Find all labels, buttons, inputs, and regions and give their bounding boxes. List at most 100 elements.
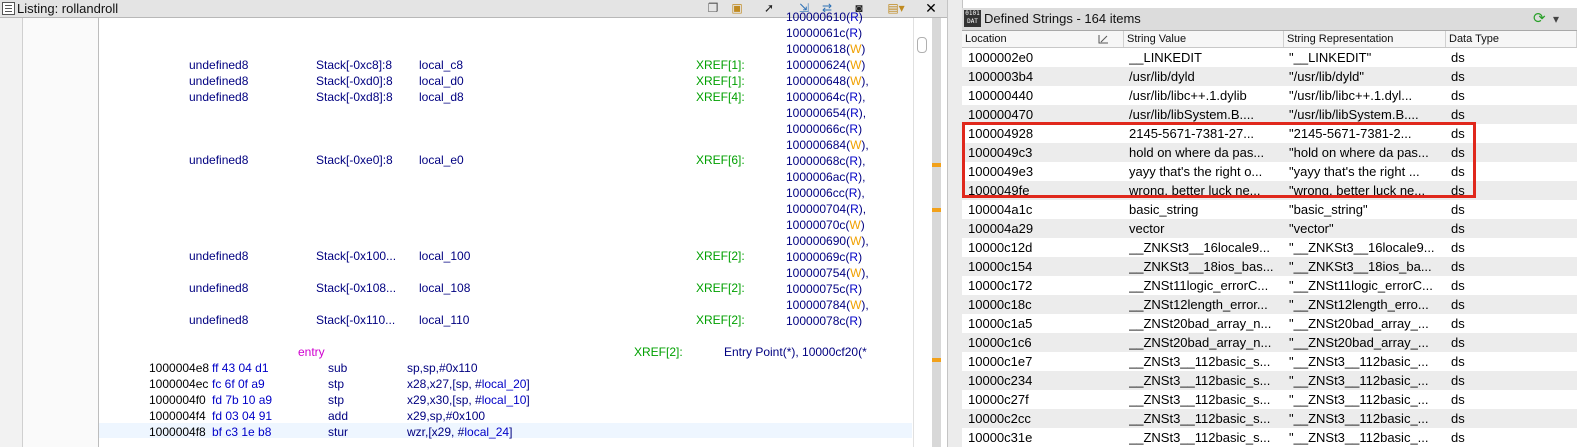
table-row[interactable]: 100004a29 vector "vector" ds: [962, 219, 1577, 238]
overview-scroll-thumb[interactable]: [917, 37, 927, 53]
listing-scrollbar[interactable]: [913, 18, 947, 447]
cell-data-type[interactable]: ds: [1451, 200, 1511, 219]
var-name[interactable]: local_108: [419, 281, 470, 295]
cell-string-representation[interactable]: "__ZNSt3__112basic_...: [1289, 352, 1443, 371]
cell-data-type[interactable]: ds: [1451, 295, 1511, 314]
cell-location[interactable]: 10000c31e: [968, 428, 1118, 447]
cell-string-representation[interactable]: "basic_string": [1289, 200, 1443, 219]
cell-string-representation[interactable]: "hold on where da pas...: [1289, 143, 1443, 162]
xref-address[interactable]: 100000784: [786, 298, 846, 312]
col-string-representation[interactable]: String Representation: [1284, 31, 1446, 47]
cell-data-type[interactable]: ds: [1451, 314, 1511, 333]
cell-string-value[interactable]: __ZNSt11logic_errorC...: [1129, 276, 1278, 295]
table-row[interactable]: 10000c27f __ZNSt3__112basic_s... "__ZNSt3_…: [962, 390, 1577, 409]
table-row[interactable]: 10000c12d __ZNKSt3__16locale9... "__ZNKSt3…: [962, 238, 1577, 257]
cell-location[interactable]: 1000049c3: [968, 143, 1118, 162]
cell-string-representation[interactable]: "__ZNSt12length_erro...: [1289, 295, 1443, 314]
xref-address[interactable]: 10000064c: [786, 90, 845, 104]
instruction-mnemonic[interactable]: stur: [328, 425, 348, 439]
xref-address[interactable]: 10000066c: [786, 122, 845, 136]
cell-data-type[interactable]: ds: [1451, 67, 1511, 86]
table-row[interactable]: 1000049e3 yayy that's the right o... "yayy…: [962, 162, 1577, 181]
copy-icon[interactable]: ❐: [706, 0, 720, 16]
table-row[interactable]: 100000440/usr/lib/libc++.1.dylib "/usr/li…: [962, 86, 1577, 105]
cell-data-type[interactable]: ds: [1451, 48, 1511, 67]
instruction-address[interactable]: 1000004f4: [149, 409, 206, 423]
xref-address[interactable]: 100000654: [786, 106, 846, 120]
cell-string-value[interactable]: /usr/lib/dyld: [1129, 67, 1278, 86]
cell-location[interactable]: 10000c2cc: [968, 409, 1118, 428]
cell-string-representation[interactable]: "/usr/lib/libc++.1.dyl...: [1289, 86, 1443, 105]
instruction-address[interactable]: 1000004f8: [149, 425, 206, 439]
cell-string-representation[interactable]: "__ZNSt20bad_array_...: [1289, 314, 1443, 333]
instruction-address[interactable]: 1000004f0: [149, 393, 206, 407]
table-row[interactable]: 10000c2cc __ZNSt3__112basic_s... "__ZNSt3_…: [962, 409, 1577, 428]
cell-location[interactable]: 10000c18c: [968, 295, 1118, 314]
table-row[interactable]: 10000c172 __ZNSt11logic_errorC... "__ZNSt1…: [962, 276, 1577, 295]
xref-address[interactable]: 100000754: [786, 266, 846, 280]
table-row[interactable]: 100000470/usr/lib/libSystem.B.... "/usr/l…: [962, 105, 1577, 124]
xref-address[interactable]: 100000704: [786, 202, 846, 216]
cell-string-value[interactable]: __ZNKSt3__18ios_bas...: [1129, 257, 1278, 276]
cell-string-value[interactable]: __ZNSt20bad_array_n...: [1129, 333, 1278, 352]
cursor-icon[interactable]: ➚: [760, 0, 778, 16]
cell-string-representation[interactable]: "__ZNSt3__112basic_...: [1289, 428, 1443, 447]
cell-string-representation[interactable]: "/usr/lib/dyld": [1289, 67, 1443, 86]
table-row[interactable]: 10000c234 __ZNSt3__112basic_s... "__ZNSt3_…: [962, 371, 1577, 390]
cell-data-type[interactable]: ds: [1451, 257, 1511, 276]
listing-marker-margin[interactable]: [23, 18, 99, 447]
cell-string-representation[interactable]: "__ZNSt3__112basic_...: [1289, 409, 1443, 428]
cell-data-type[interactable]: ds: [1451, 428, 1511, 447]
instruction-mnemonic[interactable]: add: [328, 409, 348, 423]
var-name[interactable]: local_d8: [419, 90, 464, 104]
cell-string-representation[interactable]: "__ZNSt3__112basic_...: [1289, 390, 1443, 409]
cell-location[interactable]: 10000c12d: [968, 238, 1118, 257]
table-row[interactable]: 1000003b4/usr/lib/dyld "/usr/lib/dyld" ds: [962, 67, 1577, 86]
cell-location[interactable]: 10000c1e7: [968, 352, 1118, 371]
table-row[interactable]: 10000c1a5 __ZNSt20bad_array_n... "__ZNSt20…: [962, 314, 1577, 333]
cell-location[interactable]: 1000049fe: [968, 181, 1118, 200]
cell-string-representation[interactable]: "wrong, better luck ne...: [1289, 181, 1443, 200]
xref-address[interactable]: 100000624: [786, 58, 846, 72]
var-name[interactable]: local_100: [419, 249, 470, 263]
cell-string-representation[interactable]: "2145-5671-7381-2...: [1289, 124, 1443, 143]
cell-data-type[interactable]: ds: [1451, 371, 1511, 390]
paste-icon[interactable]: ▣: [728, 0, 746, 16]
table-row[interactable]: 10000c31e __ZNSt3__112basic_s... "__ZNSt3_…: [962, 428, 1577, 447]
cell-string-representation[interactable]: "__ZNSt11logic_errorC...: [1289, 276, 1443, 295]
cell-string-value[interactable]: yayy that's the right o...: [1129, 162, 1278, 181]
cell-string-value[interactable]: wrong, better luck ne...: [1129, 181, 1278, 200]
cell-location[interactable]: 100000440: [968, 86, 1118, 105]
cell-location[interactable]: 10000c1a5: [968, 314, 1118, 333]
operand-reference[interactable]: local_20: [482, 377, 527, 391]
cell-string-value[interactable]: __ZNSt20bad_array_n...: [1129, 314, 1278, 333]
xref-address[interactable]: 100000610: [786, 10, 846, 24]
cell-string-value[interactable]: hold on where da pas...: [1129, 143, 1278, 162]
cell-string-representation[interactable]: "__ZNKSt3__18ios_ba...: [1289, 257, 1443, 276]
cell-location[interactable]: 100004a1c: [968, 200, 1118, 219]
instruction-operands[interactable]: wzr,[x29, #local_24]: [407, 425, 512, 439]
cell-string-value[interactable]: __ZNSt3__112basic_s...: [1129, 428, 1278, 447]
cell-string-value[interactable]: __ZNSt3__112basic_s...: [1129, 409, 1278, 428]
cell-data-type[interactable]: ds: [1451, 390, 1511, 409]
cell-string-value[interactable]: __ZNSt3__112basic_s...: [1129, 352, 1278, 371]
close-icon[interactable]: ✕: [922, 0, 940, 16]
cell-location[interactable]: 1000002e0: [968, 48, 1118, 67]
listing-code-area[interactable]: 100000610(R) 10000061c(R) 100000618(W) 1000…: [99, 10, 912, 447]
xref-address[interactable]: 10000078c: [786, 314, 845, 328]
cell-string-value[interactable]: __LINKEDIT: [1129, 48, 1278, 67]
cell-string-value[interactable]: __ZNKSt3__16locale9...: [1129, 238, 1278, 257]
cell-string-value[interactable]: __ZNSt3__112basic_s...: [1129, 390, 1278, 409]
cell-string-value[interactable]: /usr/lib/libSystem.B....: [1129, 105, 1278, 124]
cell-location[interactable]: 10000c27f: [968, 390, 1118, 409]
cell-string-representation[interactable]: "yayy that's the right ...: [1289, 162, 1443, 181]
overview-marker[interactable]: [932, 208, 941, 212]
xref-address[interactable]: 1000006cc: [786, 186, 845, 200]
cell-location[interactable]: 100000470: [968, 105, 1118, 124]
cell-data-type[interactable]: ds: [1451, 276, 1511, 295]
table-row[interactable]: 1000049fe wrong, better luck ne... "wrong,…: [962, 181, 1577, 200]
table-row[interactable]: 10000c1c6 __ZNSt20bad_array_n... "__ZNSt20…: [962, 333, 1577, 352]
entry-label[interactable]: entry: [298, 345, 325, 359]
var-name[interactable]: local_110: [419, 313, 469, 327]
xref-address[interactable]: 100000684: [786, 138, 846, 152]
